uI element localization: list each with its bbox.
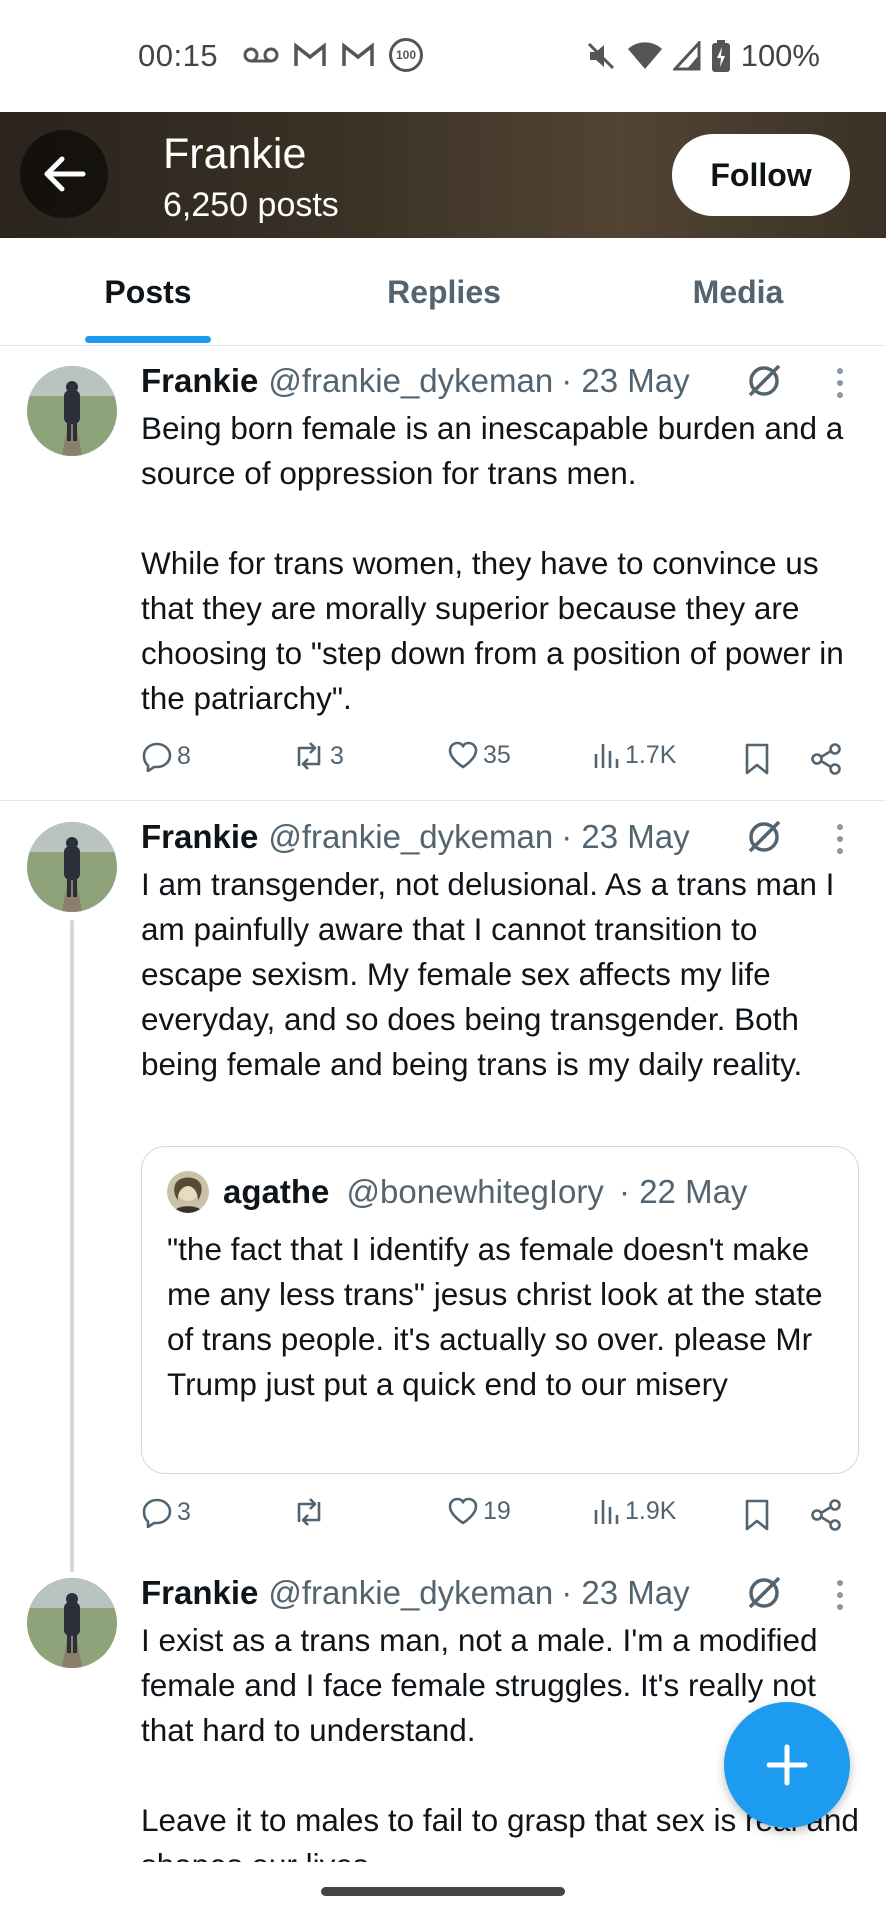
quote-text: "the fact that I identify as female does… [167,1231,832,1402]
signal-icon [672,41,701,71]
author-name[interactable]: Frankie [141,818,258,856]
repost-icon [297,742,321,770]
repost-icon [297,1498,321,1526]
mute-icon [587,42,614,70]
reply-icon [142,742,172,772]
posts-count: 6,250 posts [163,186,339,224]
status-time: 00:15 [138,38,219,73]
author-name[interactable]: Frankie [141,362,258,400]
tab-posts[interactable]: Posts [40,238,256,346]
battery-charging-icon [711,40,730,72]
like-button[interactable]: 19 [447,1496,511,1526]
more-options-icon[interactable] [832,822,848,856]
reply-button[interactable]: 3 [141,1496,191,1528]
grok-icon[interactable] [745,818,783,856]
share-icon[interactable] [809,1498,843,1532]
gmail-icon [342,42,374,66]
heart-icon [448,741,478,769]
quote-author-handle: @bonewhitegIory [346,1173,604,1210]
reply-button[interactable]: 8 [141,740,191,772]
more-options-icon[interactable] [832,366,848,400]
avatar[interactable] [27,366,117,456]
bookmark-icon[interactable] [743,1498,771,1532]
wifi-icon [627,42,662,69]
heart-icon [448,1497,478,1525]
voicemail-icon [243,47,279,63]
tweet-text: I am transgender, not delusional. As a t… [141,866,844,1082]
avatar[interactable] [27,822,117,912]
author-name[interactable]: Frankie [141,1574,258,1612]
author-handle: @frankie_dykeman [268,818,554,855]
profile-header: Frankie 6,250 posts Follow [0,112,886,238]
active-tab-indicator [85,336,211,343]
author-handle: @frankie_dykeman [268,362,554,399]
reply-icon [142,1498,172,1528]
repost-button[interactable]: 3 [292,740,344,772]
views-icon [594,744,619,768]
battery-percent: 100% [740,38,820,73]
quoted-tweet[interactable]: agathe @bonewhitegIory · 22 May "the fac… [141,1146,859,1474]
grok-icon[interactable] [745,1574,783,1612]
post-date: · 23 May [561,1574,690,1611]
tab-replies[interactable]: Replies [330,238,558,346]
repost-button[interactable] [292,1496,330,1528]
back-arrow-icon [44,156,86,192]
bookmark-icon[interactable] [743,742,771,776]
avatar[interactable] [27,1578,117,1668]
like-button[interactable]: 35 [447,740,511,770]
quote-date: · 22 May [619,1173,748,1210]
more-options-icon[interactable] [832,1578,848,1612]
quote-avatar [167,1171,209,1213]
thread-line [70,920,74,1572]
divider [0,800,886,801]
gmail-icon [294,42,326,66]
post-date: · 23 May [561,362,690,399]
notification-count-icon: 100 [389,38,423,72]
post-date: · 23 May [561,818,690,855]
grok-icon[interactable] [745,362,783,400]
author-handle: @frankie_dykeman [268,1574,554,1611]
views-button[interactable]: 1.9K [593,1496,676,1526]
home-indicator[interactable] [321,1887,565,1896]
tweet-text: Being born female is an inescapable burd… [141,410,844,716]
follow-button[interactable]: Follow [672,134,850,216]
tweet-actions: 3 19 1.9K [141,1496,861,1536]
quote-author-name: agathe [223,1173,330,1210]
plus-icon [766,1744,808,1786]
views-icon [594,1500,619,1524]
profile-tabs: Posts Replies Media [0,238,886,346]
status-bar: 00:15 100 100% [0,0,886,112]
views-button[interactable]: 1.7K [593,740,676,770]
share-icon[interactable] [809,742,843,776]
back-button[interactable] [20,130,108,218]
compose-button[interactable] [724,1702,850,1828]
profile-name: Frankie [163,130,307,178]
tweet-actions: 8 3 35 1.7K [141,740,861,780]
tab-media[interactable]: Media [628,238,848,346]
